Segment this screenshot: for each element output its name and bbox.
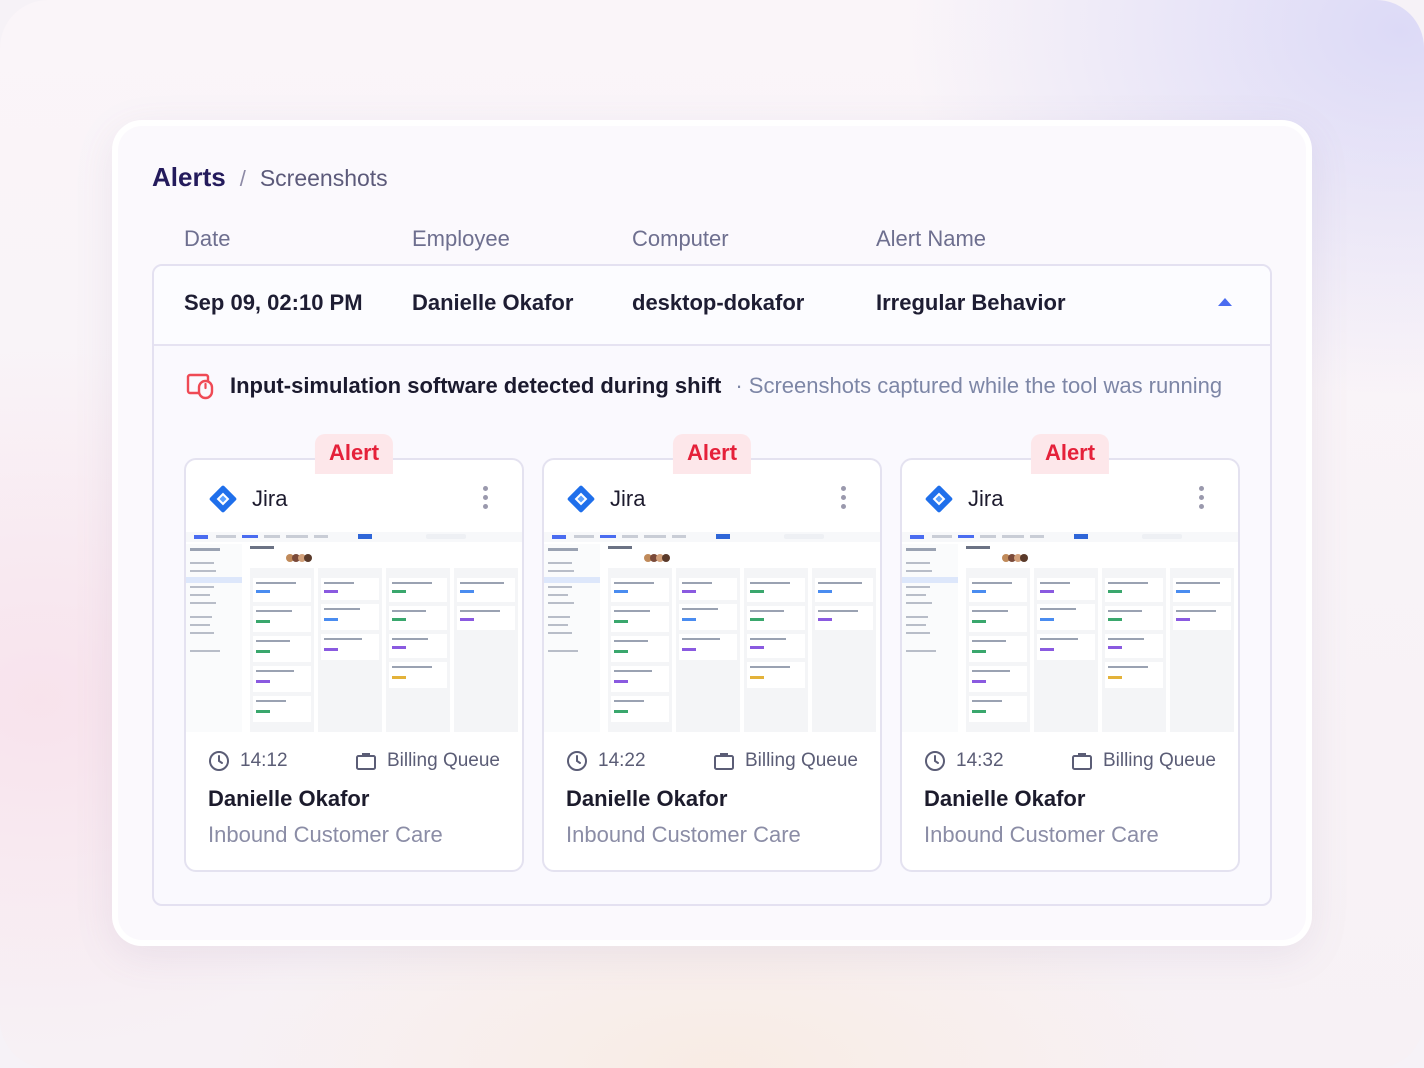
breadcrumb-screenshots: Screenshots	[259, 165, 388, 191]
jira-logo-icon	[567, 485, 595, 513]
app-label: Jira	[208, 484, 287, 514]
alert-employee: Danielle Okafor	[412, 290, 574, 315]
column-header-date: Date	[184, 226, 231, 251]
app-label: Jira	[924, 484, 1003, 514]
alert-badge: Alert	[1030, 434, 1110, 474]
alerts-table: Sep 09, 02:10 PM Danielle Okafor desktop…	[152, 264, 1272, 906]
collapse-caret-icon[interactable]	[1218, 298, 1232, 306]
screenshot-thumbnail[interactable]	[186, 532, 522, 732]
card-employee: Danielle Okafor	[924, 786, 1086, 811]
alert-computer: desktop-dokafor	[632, 290, 805, 315]
queue: Billing Queue	[1071, 750, 1216, 772]
clock-icon	[925, 751, 945, 771]
briefcase-icon	[1071, 753, 1092, 770]
alert-row[interactable]: Sep 09, 02:10 PM Danielle Okafor desktop…	[154, 266, 1270, 346]
alert-name: Irregular Behavior	[876, 290, 1066, 315]
capture-time-value: 14:22	[598, 750, 646, 771]
app-name: Jira	[968, 486, 1004, 511]
queue-name: Billing Queue	[386, 750, 500, 771]
capture-time: 14:32	[924, 750, 1004, 772]
breadcrumb-separator: /	[239, 166, 246, 191]
breadcrumb: Alerts / Screenshots	[152, 162, 388, 193]
capture-time: 14:12	[208, 750, 288, 772]
column-header-computer: Computer	[632, 226, 729, 251]
capture-time-value: 14:12	[240, 750, 288, 771]
screenshot-card[interactable]: Alert Jira	[184, 434, 524, 872]
screenshot-meta: 14:12 Billing Queue	[208, 750, 500, 772]
app-name: Jira	[252, 486, 288, 511]
queue: Billing Queue	[713, 750, 858, 772]
capture-time-value: 14:32	[956, 750, 1004, 771]
clock-icon	[209, 751, 229, 771]
screenshot-thumbnail[interactable]	[544, 532, 880, 732]
screenshot-meta: 14:22 Billing Queue	[566, 750, 858, 772]
app-name: Jira	[610, 486, 646, 511]
card-employee: Danielle Okafor	[566, 786, 728, 811]
queue-name: Billing Queue	[744, 750, 858, 771]
screenshot-card[interactable]: Alert Jira	[542, 434, 882, 872]
card-team: Inbound Customer Care	[566, 822, 801, 847]
card-team: Inbound Customer Care	[924, 822, 1159, 847]
briefcase-icon	[355, 753, 376, 770]
column-header-alert-name: Alert Name	[876, 226, 987, 251]
app-label: Jira	[566, 484, 645, 514]
capture-time: 14:22	[566, 750, 646, 772]
alert-badge: Alert	[672, 434, 752, 474]
alert-date: Sep 09, 02:10 PM	[184, 290, 363, 315]
more-options-icon[interactable]	[483, 486, 488, 509]
panel-inner: Alerts / Screenshots Date Employee Compu…	[118, 126, 1306, 940]
card-employee: Danielle Okafor	[208, 786, 370, 811]
jira-logo-icon	[925, 485, 953, 513]
column-header-employee: Employee	[412, 226, 510, 251]
alert-description-title: Input-simulation software detected durin…	[230, 373, 722, 398]
clock-icon	[567, 751, 587, 771]
more-options-icon[interactable]	[1199, 486, 1204, 509]
screenshot-card[interactable]: Alert Jira	[900, 434, 1240, 872]
card-team: Inbound Customer Care	[208, 822, 443, 847]
jira-logo-icon	[209, 485, 237, 513]
breadcrumb-alerts[interactable]: Alerts	[152, 162, 226, 193]
briefcase-icon	[713, 753, 734, 770]
screenshot-thumbnail[interactable]	[902, 532, 1238, 732]
queue: Billing Queue	[355, 750, 500, 772]
alerts-panel: Alerts / Screenshots Date Employee Compu…	[112, 120, 1312, 946]
alert-description-subtitle: · Screenshots captured while the tool wa…	[735, 373, 1223, 398]
alert-description: Input-simulation software detected durin…	[186, 372, 1222, 400]
more-options-icon[interactable]	[841, 486, 846, 509]
screenshot-meta: 14:32 Billing Queue	[924, 750, 1216, 772]
alert-badge: Alert	[314, 434, 394, 474]
mouse-monitor-icon	[186, 373, 214, 400]
queue-name: Billing Queue	[1102, 750, 1216, 771]
